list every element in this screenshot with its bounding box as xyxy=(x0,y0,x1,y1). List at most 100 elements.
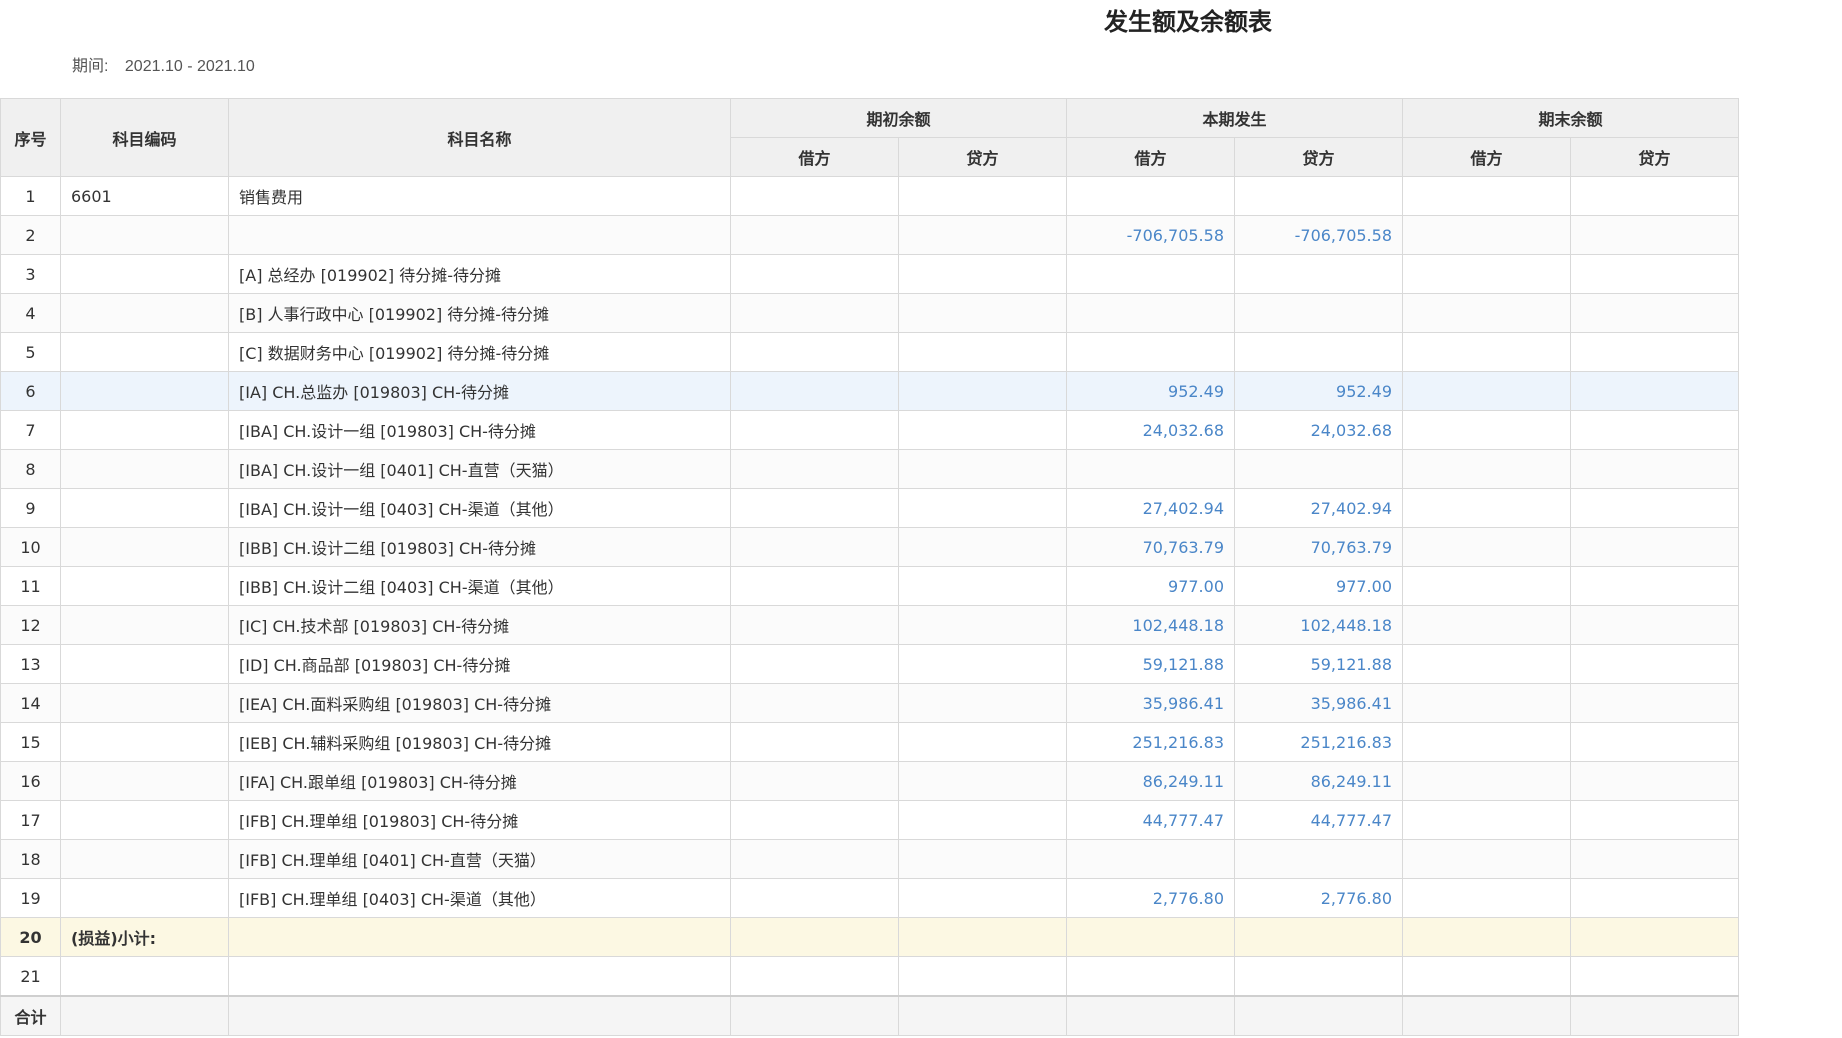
row-opening-debit xyxy=(730,527,899,567)
row-opening-debit xyxy=(730,488,899,528)
row-closing-credit xyxy=(1570,176,1739,216)
row-seq: 21 xyxy=(0,956,61,997)
row-seq: 15 xyxy=(0,722,61,762)
table-row[interactable]: 6 [IA] CH.总监办 [019803] CH-待分摊 952.49 952.49 xyxy=(0,371,1739,411)
row-closing-debit xyxy=(1402,254,1571,294)
row-code xyxy=(60,761,229,801)
col-closing-credit-header: 贷方 xyxy=(1570,137,1739,177)
row-code xyxy=(60,371,229,411)
row-opening-debit xyxy=(730,761,899,801)
row-name: [A] 总经办 [019902] 待分摊-待分摊 xyxy=(228,254,731,294)
row-closing-credit xyxy=(1570,761,1739,801)
table-row[interactable]: 7 [IBA] CH.设计一组 [019803] CH-待分摊 24,032.68 2… xyxy=(0,410,1739,450)
row-closing-debit xyxy=(1402,800,1571,840)
row-closing-debit xyxy=(1402,605,1571,645)
total-cell xyxy=(60,995,229,1036)
table-row[interactable]: 17 [IFB] CH.理单组 [019803] CH-待分摊 44,777.47 4… xyxy=(0,800,1739,840)
row-code xyxy=(60,605,229,645)
row-code xyxy=(60,488,229,528)
row-code xyxy=(60,332,229,372)
row-seq: 13 xyxy=(0,644,61,684)
period-value: 2021.10 - 2021.10 xyxy=(124,58,255,75)
total-cell xyxy=(730,995,899,1036)
table-row[interactable]: 8 [IBA] CH.设计一组 [0401] CH-直营（天猫） xyxy=(0,449,1739,489)
row-opening-debit xyxy=(730,605,899,645)
row-closing-credit xyxy=(1570,566,1739,606)
row-code xyxy=(60,722,229,762)
table-row[interactable]: 21 xyxy=(0,956,1739,997)
row-closing-debit xyxy=(1402,527,1571,567)
row-closing-debit xyxy=(1402,761,1571,801)
row-current-debit xyxy=(1066,956,1235,997)
row-current-credit: 251,216.83 xyxy=(1234,722,1403,762)
row-current-debit xyxy=(1066,917,1235,957)
table-row[interactable]: 14 [IEA] CH.面料采购组 [019803] CH-待分摊 35,986.4… xyxy=(0,683,1739,723)
row-name: [B] 人事行政中心 [019902] 待分摊-待分摊 xyxy=(228,293,731,333)
row-current-credit xyxy=(1234,449,1403,489)
row-closing-credit xyxy=(1570,644,1739,684)
row-seq: 2 xyxy=(0,215,61,255)
table-row[interactable]: 13 [ID] CH.商品部 [019803] CH-待分摊 59,121.88 59… xyxy=(0,644,1739,684)
row-closing-credit xyxy=(1570,332,1739,372)
row-opening-credit xyxy=(898,410,1067,450)
row-seq: 11 xyxy=(0,566,61,606)
col-current-credit-header: 贷方 xyxy=(1234,137,1403,177)
row-current-credit xyxy=(1234,254,1403,294)
row-current-credit: 44,777.47 xyxy=(1234,800,1403,840)
row-opening-credit xyxy=(898,839,1067,879)
row-closing-credit xyxy=(1570,488,1739,528)
row-name: [IFB] CH.理单组 [0401] CH-直营（天猫） xyxy=(228,839,731,879)
row-opening-credit xyxy=(898,878,1067,918)
total-cell xyxy=(1066,995,1235,1036)
table-row[interactable]: 10 [IBB] CH.设计二组 [019803] CH-待分摊 70,763.79… xyxy=(0,527,1739,567)
row-code xyxy=(60,800,229,840)
row-closing-debit xyxy=(1402,878,1571,918)
row-code xyxy=(60,215,229,255)
row-current-debit: 44,777.47 xyxy=(1066,800,1235,840)
row-closing-debit xyxy=(1402,722,1571,762)
row-opening-credit xyxy=(898,800,1067,840)
row-closing-debit xyxy=(1402,917,1571,957)
row-opening-debit xyxy=(730,215,899,255)
table-row[interactable]: 9 [IBA] CH.设计一组 [0403] CH-渠道（其他） 27,402.94… xyxy=(0,488,1739,528)
table-row[interactable]: 16 [IFA] CH.跟单组 [019803] CH-待分摊 86,249.11 8… xyxy=(0,761,1739,801)
row-current-debit: 952.49 xyxy=(1066,371,1235,411)
row-current-credit xyxy=(1234,332,1403,372)
row-current-debit: 977.00 xyxy=(1066,566,1235,606)
row-current-credit xyxy=(1234,176,1403,216)
row-opening-credit xyxy=(898,293,1067,333)
total-cell xyxy=(1570,995,1739,1036)
row-closing-credit xyxy=(1570,683,1739,723)
col-closing-debit-header: 借方 xyxy=(1402,137,1571,177)
table-row[interactable]: 18 [IFB] CH.理单组 [0401] CH-直营（天猫） xyxy=(0,839,1739,879)
table-row[interactable]: 2 -706,705.58 -706,705.58 xyxy=(0,215,1739,255)
row-current-credit xyxy=(1234,956,1403,997)
report-title: 发生额及余额表 xyxy=(1104,8,1272,36)
table-row[interactable]: 20 (损益)小计: xyxy=(0,917,1739,957)
row-closing-credit xyxy=(1570,839,1739,879)
table-row[interactable]: 15 [IEB] CH.辅料采购组 [019803] CH-待分摊 251,216.… xyxy=(0,722,1739,762)
col-seq-header: 序号 xyxy=(0,98,61,177)
total-cell xyxy=(898,995,1067,1036)
total-row: 合计 xyxy=(0,995,1739,1036)
row-current-credit xyxy=(1234,293,1403,333)
table-row[interactable]: 5 [C] 数据财务中心 [019902] 待分摊-待分摊 xyxy=(0,332,1739,372)
row-opening-credit xyxy=(898,176,1067,216)
table-row[interactable]: 3 [A] 总经办 [019902] 待分摊-待分摊 xyxy=(0,254,1739,294)
row-name: [IBA] CH.设计一组 [0401] CH-直营（天猫） xyxy=(228,449,731,489)
row-code: (损益)小计: xyxy=(60,917,229,957)
row-opening-debit xyxy=(730,332,899,372)
balance-table: 序号 科目编码 科目名称 期初余额 本期发生 期末余额 借方 贷方 借方 贷方 … xyxy=(0,98,1739,1036)
table-row[interactable]: 12 [IC] CH.技术部 [019803] CH-待分摊 102,448.18 1… xyxy=(0,605,1739,645)
row-closing-debit xyxy=(1402,566,1571,606)
table-row[interactable]: 4 [B] 人事行政中心 [019902] 待分摊-待分摊 xyxy=(0,293,1739,333)
row-opening-credit xyxy=(898,605,1067,645)
row-opening-credit xyxy=(898,566,1067,606)
table-row[interactable]: 1 6601 销售费用 xyxy=(0,176,1739,216)
table-row[interactable]: 19 [IFB] CH.理单组 [0403] CH-渠道（其他） 2,776.80 2… xyxy=(0,878,1739,918)
row-opening-credit xyxy=(898,254,1067,294)
table-row[interactable]: 11 [IBB] CH.设计二组 [0403] CH-渠道（其他） 977.00 97… xyxy=(0,566,1739,606)
row-code xyxy=(60,527,229,567)
row-closing-credit xyxy=(1570,722,1739,762)
row-name: [IBA] CH.设计一组 [019803] CH-待分摊 xyxy=(228,410,731,450)
